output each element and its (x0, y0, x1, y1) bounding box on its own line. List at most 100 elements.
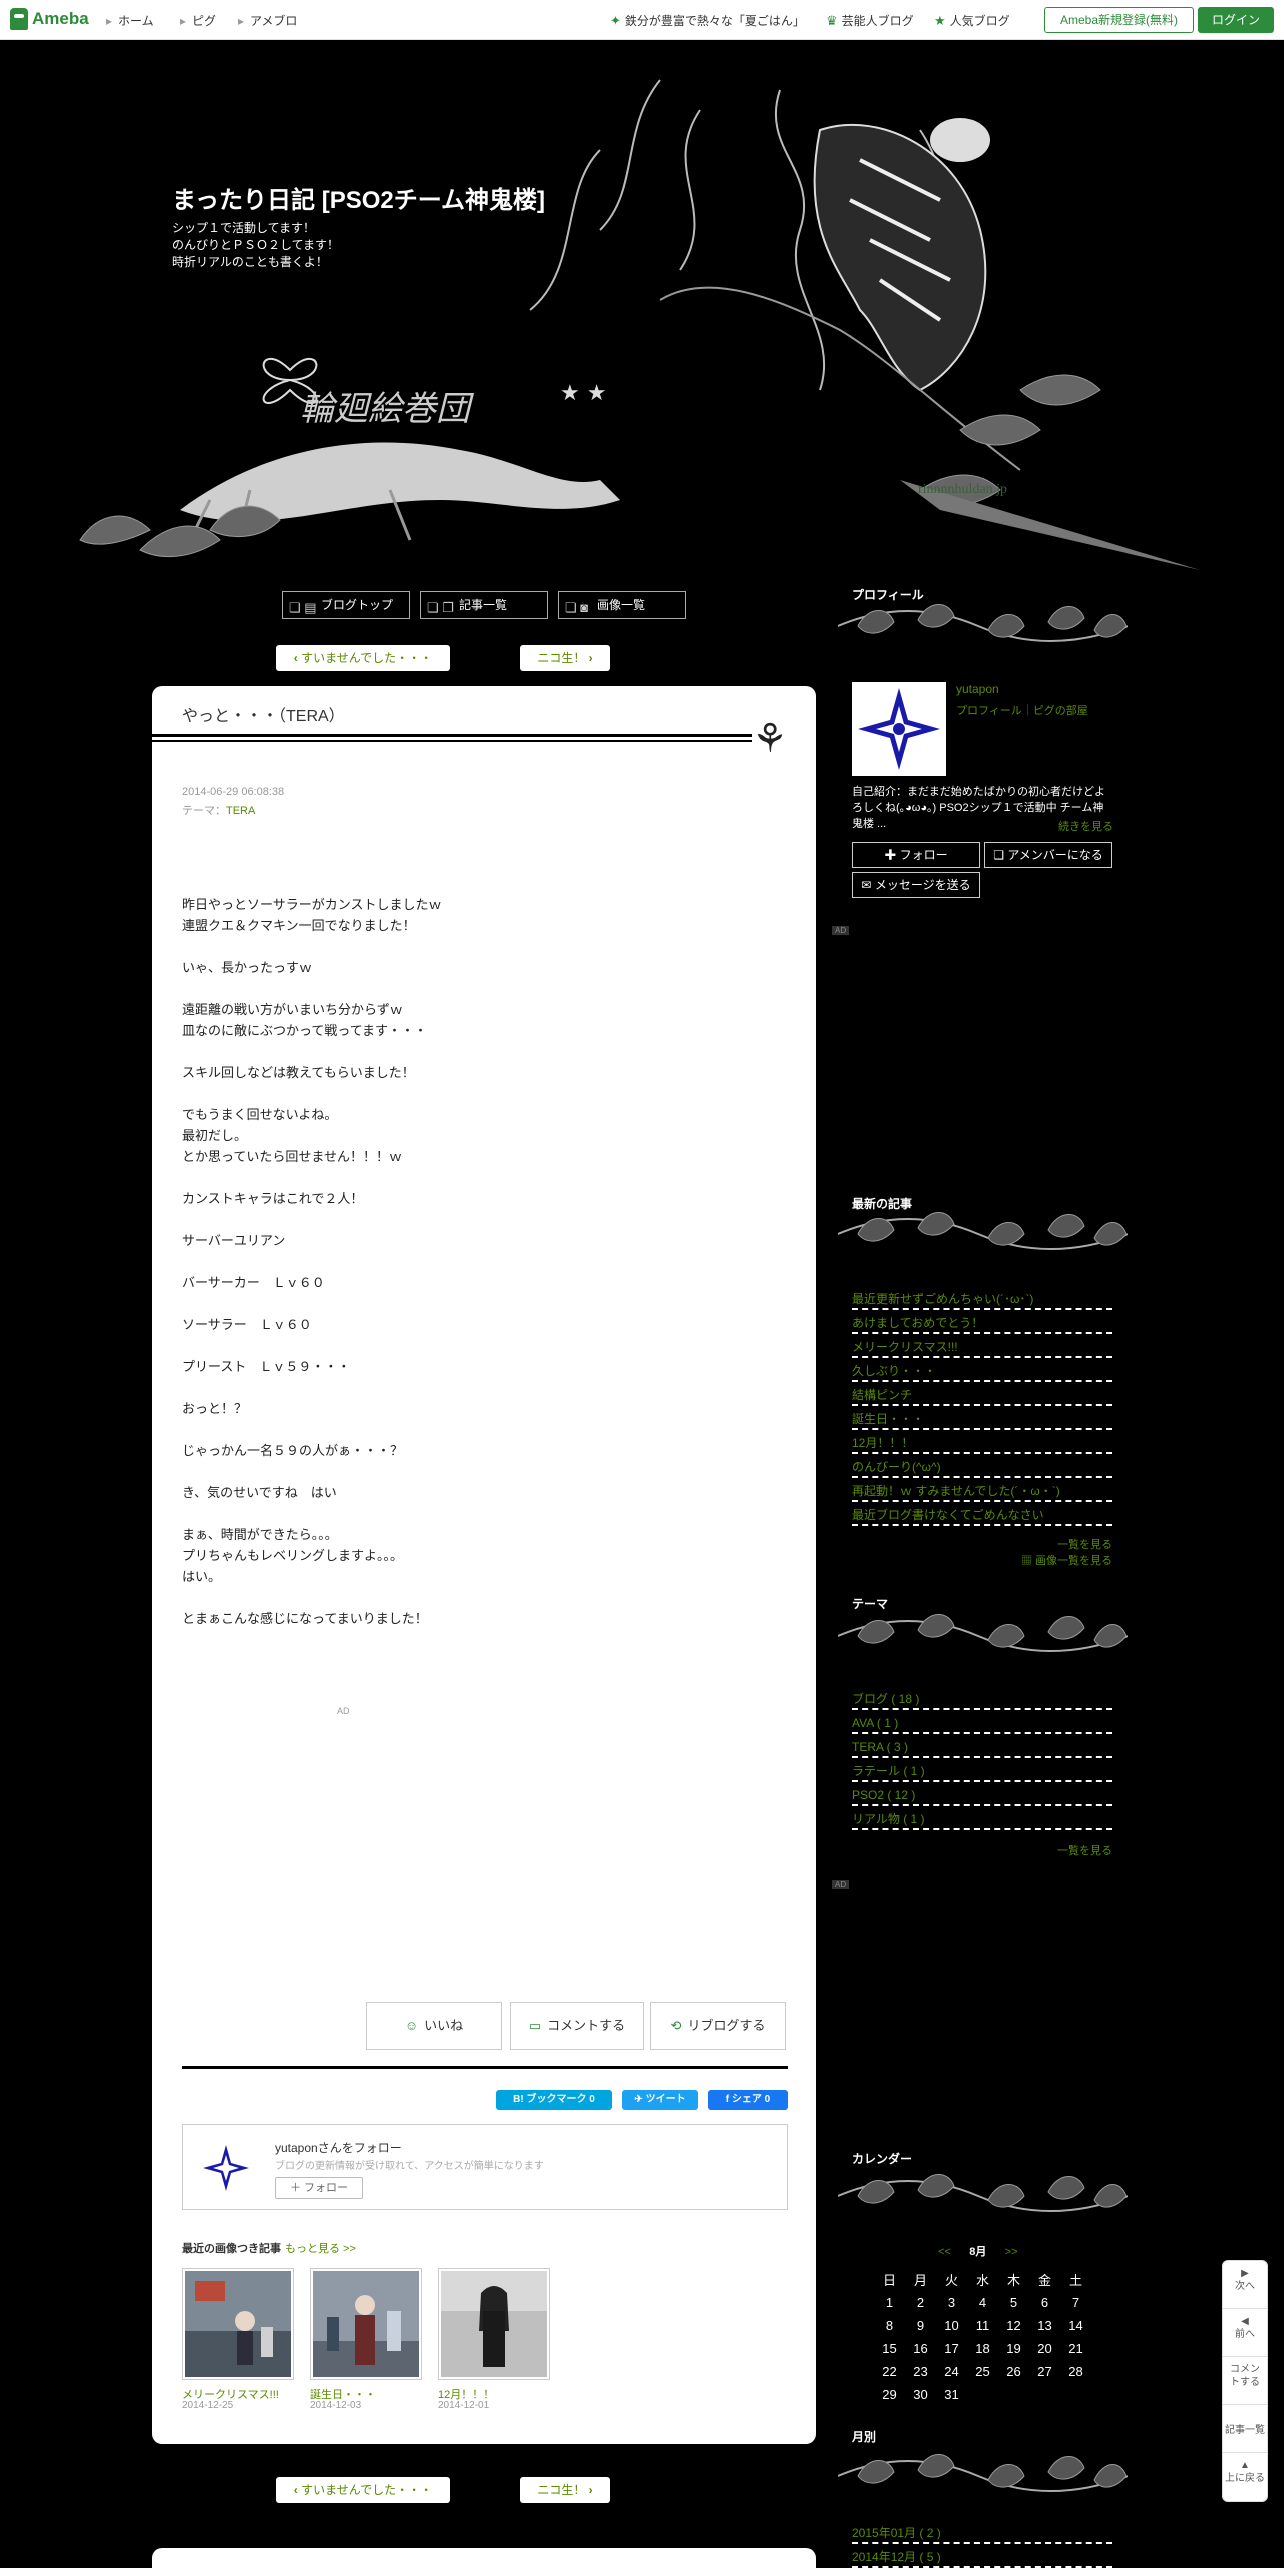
theme-link[interactable]: ラテール ( 1 ) (852, 1758, 1112, 1782)
profile-name[interactable]: yutapon (956, 682, 999, 696)
signup-button[interactable]: Ameba新規登録(無料) (1044, 7, 1194, 33)
recent-images-more-link[interactable]: ▦ 画像一覧を見る (1021, 1552, 1112, 1568)
like-button[interactable]: ☺ いいね (366, 2002, 502, 2050)
calendar-day (998, 2383, 1029, 2406)
follow-avatar[interactable] (199, 2141, 253, 2195)
recent-post-thumb[interactable] (438, 2268, 550, 2380)
recent-post-link[interactable]: 最近ブログ書けなくてごめんなさい (852, 1502, 1112, 1526)
ameba-logo[interactable]: Ameba (10, 8, 89, 30)
calendar-day: 20 (1037, 2341, 1052, 2356)
amember-button[interactable]: ❏ アメンバーになる (984, 842, 1112, 868)
recent-post-thumb[interactable] (310, 2268, 422, 2380)
calendar-day: 26 (1006, 2364, 1021, 2379)
nav-ameblo[interactable]: アメブロ (238, 12, 297, 29)
recent-post-link[interactable]: あけましておめでとう！ (852, 1310, 1112, 1334)
float-next-button[interactable]: ▶ 次へ (1223, 2261, 1267, 2309)
profile-more-link[interactable]: 続きを見る (1058, 818, 1113, 834)
follow-name: yutaponさんをフォロー (275, 2141, 402, 2155)
recent-list-more-link[interactable]: 一覧を見る (1057, 1536, 1112, 1552)
profile-links[interactable]: プロフィール｜ピグの部屋 (956, 702, 1088, 718)
theme-link[interactable]: リアル物 ( 1 ) (852, 1806, 1112, 1830)
message-icon: ✉ (861, 878, 875, 892)
blog-title[interactable]: まったり日記 [PSO2チーム神鬼楼] (172, 180, 545, 215)
image-list-icon: ▦ (1020, 1555, 1035, 1567)
nav-home[interactable]: ホーム (106, 12, 154, 29)
recent-post-thumb[interactable] (182, 2268, 294, 2380)
sidebar-follow-button[interactable]: ✚ フォロー (852, 842, 980, 868)
amember-icon: ❏ (993, 848, 1008, 862)
recent-post-link[interactable]: 結構ピンチ (852, 1382, 1112, 1406)
facebook-share-button[interactable]: f シェア 0 (708, 2090, 788, 2110)
sidebar-ad-tag: AD (832, 926, 850, 935)
promo-text: 鉄分が豊富で熱々な「夏ごはん」 (624, 14, 805, 28)
recent-post-link[interactable]: 12月！！！ (852, 1430, 1112, 1454)
theme-link[interactable]: TERA ( 3 ) (852, 1734, 1112, 1758)
float-list-label: 記事一覧 (1225, 2425, 1265, 2436)
float-comment-button[interactable]: コメントする (1223, 2357, 1267, 2405)
celeb-blog-link[interactable]: ♛ 芸能人ブログ (826, 12, 914, 29)
article-list-button[interactable]: ❏ ❐ 記事一覧 (420, 591, 548, 619)
article-title[interactable]: やっと・・・（TERA） (182, 702, 345, 726)
butterfly-icon: ⚘ (752, 716, 788, 762)
calendar-week-row: 1 2 3 4 5 6 7 (874, 2291, 1091, 2314)
send-message-label: メッセージを送る (874, 878, 971, 892)
plus-icon: ✚ (884, 848, 900, 862)
recent-post-link[interactable]: のんびーり(^ω^) (852, 1454, 1112, 1478)
float-next-label: 次へ (1235, 2281, 1255, 2292)
comment-label: コメントする (547, 2018, 626, 2033)
theme-link[interactable]: PSO2 ( 12 ) (852, 1782, 1112, 1806)
header-artwork: 輪廻絵巻団 ★ ★ (79, 79, 1200, 570)
sidebar-ad-tag: AD (832, 1880, 850, 1889)
calendar-next-link[interactable]: >> (1005, 2246, 1018, 2258)
prev-article-button[interactable]: ‹ すいませんでした・・・ (276, 645, 450, 671)
calendar-prev-link[interactable]: << (938, 2246, 951, 2258)
site-watermark: rinnnnhuldan.jp (918, 482, 1008, 497)
prev-article-label: すいませんでした・・・ (301, 2483, 433, 2497)
follow-button[interactable]: ＋ フォロー (275, 2177, 363, 2199)
image-list-button[interactable]: ❏ ◙ 画像一覧 (558, 591, 686, 619)
recent-post-link[interactable]: 最近更新せずごめんちゃい(´･ω･`) (852, 1286, 1112, 1310)
calendar-day: 8 (885, 2318, 894, 2333)
float-prev-button[interactable]: ◀ 前へ (1223, 2309, 1267, 2357)
recent-post-link[interactable]: メリークリスマス!!! (852, 1334, 1112, 1358)
theme-more-link[interactable]: 一覧を見る (1057, 1842, 1112, 1858)
popular-blog-link[interactable]: ★ 人気ブログ (934, 12, 1010, 29)
login-button[interactable]: ログイン (1198, 7, 1274, 33)
theme-link[interactable]: AVA ( 1 ) (852, 1710, 1112, 1734)
tweet-button[interactable]: ✈ ツイート (622, 2090, 698, 2110)
calendar-nav: << 8月 >> (938, 2243, 1018, 2259)
month-link[interactable]: 2015年01月 ( 2 ) (852, 2520, 1112, 2544)
hatena-bookmark-button[interactable]: B! ブックマーク 0 (496, 2090, 612, 2110)
recent-post-link[interactable]: 誕生日・・・ (852, 1406, 1112, 1430)
month-link[interactable]: 2014年12月 ( 5 ) (852, 2544, 1112, 2568)
float-list-button[interactable]: 記事一覧 (1223, 2405, 1267, 2453)
reblog-button[interactable]: ⟲ リブログする (650, 2002, 786, 2050)
profile-avatar[interactable] (852, 682, 946, 776)
promo-link[interactable]: ✦ 鉄分が豊富で熱々な「夏ごはん」 (610, 12, 805, 29)
calendar-day: 27 (1037, 2364, 1052, 2379)
follow-box: yutaponさんをフォロー ブログの更新情報が受け取れて、アクセスが簡単になり… (182, 2124, 788, 2210)
vine-decoration (838, 1212, 1128, 1250)
blog-top-button[interactable]: ❏ ▤ ブログトップ (282, 591, 410, 619)
calendar-day: 17 (944, 2341, 959, 2356)
recent-image-posts-more-link[interactable]: もっと見る >> (285, 2243, 356, 2255)
prev-article-button-bottom[interactable]: ‹ すいませんでした・・・ (276, 2477, 450, 2503)
calendar-week-row: 29 30 31 (874, 2383, 1091, 2406)
next-article-button-bottom[interactable]: ニコ生！ › (520, 2477, 610, 2503)
recent-post-link[interactable]: 久しぶり・・・ (852, 1358, 1112, 1382)
next-article-button[interactable]: ニコ生！ › (520, 645, 610, 671)
nav-pigg[interactable]: ピグ (180, 12, 216, 29)
theme-link[interactable]: ブログ ( 18 ) (852, 1686, 1112, 1710)
calendar-day: 2 (916, 2295, 925, 2310)
post-date: 2014-06-29 06:08:38 (182, 786, 285, 798)
calendar-day: 1 (885, 2295, 894, 2310)
profile-heading: プロフィール (852, 588, 924, 602)
send-message-button[interactable]: ✉ メッセージを送る (852, 872, 980, 898)
blog-top-icon: ❏ ▤ (289, 600, 317, 615)
chevron-right-icon: › (588, 651, 593, 665)
post-theme-link[interactable]: TERA (226, 805, 255, 817)
monthly-heading: 月別 (852, 2430, 877, 2444)
float-top-button[interactable]: ▲ 上に戻る (1223, 2453, 1267, 2501)
recent-post-link[interactable]: 再起動！ｗ すみませんでした(´・ω・`) (852, 1478, 1112, 1502)
comment-button[interactable]: ▭ コメントする (510, 2002, 644, 2050)
